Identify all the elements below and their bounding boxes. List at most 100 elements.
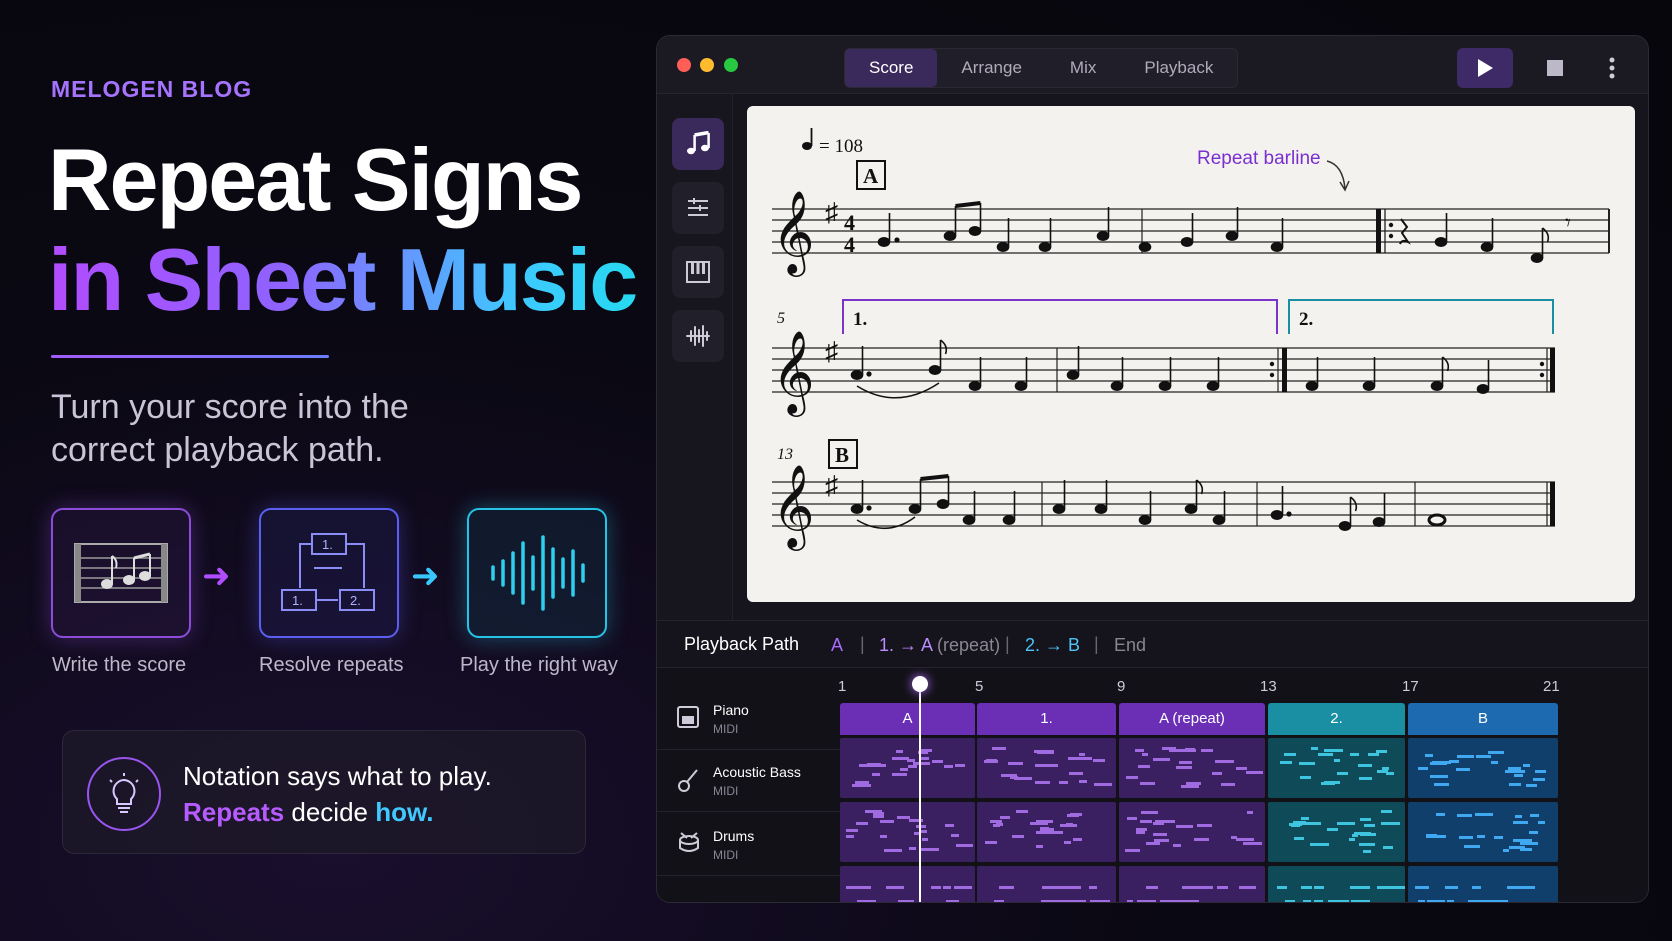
midi-note (1359, 818, 1371, 822)
midi-note (956, 843, 973, 847)
midi-note (1182, 900, 1199, 902)
time-signature-bottom: 4 (844, 232, 855, 257)
path-step-end[interactable]: End (1114, 635, 1146, 656)
midi-note (1520, 842, 1538, 846)
midi-note (931, 760, 943, 764)
minimize-window-button[interactable] (700, 58, 714, 72)
midi-note (909, 846, 916, 850)
guitar-icon (678, 769, 698, 792)
midi-clip[interactable] (1408, 738, 1558, 798)
midi-clip[interactable] (1408, 802, 1558, 862)
midi-note (1383, 845, 1393, 849)
midi-note (1303, 900, 1311, 902)
midi-note (846, 829, 859, 833)
rehearsal-mark-b: B (835, 443, 849, 467)
measure-number-5: 5 (777, 310, 785, 327)
tab-playback[interactable]: Playback (1120, 49, 1237, 87)
path-first-label: 1. → A (879, 635, 933, 655)
waveform-icon (491, 535, 585, 611)
view-tabs: Score Arrange Mix Playback (844, 48, 1239, 88)
midi-note (909, 818, 924, 822)
tab-mix[interactable]: Mix (1046, 49, 1120, 87)
midi-note (1293, 836, 1304, 840)
midi-note (1533, 778, 1545, 782)
track-header-piano[interactable]: Piano MIDI (657, 690, 845, 750)
midi-clip[interactable] (1268, 738, 1405, 798)
music-notation: = 108 A Repeat barline 𝄞 ♯ 4 4 𝄾 5 1. 2.… (772, 128, 1610, 551)
arrangement-timeline: 1 5 9 13 17 21 A 1. A (repeat) 2. B Pian… (657, 668, 1648, 902)
segment-a[interactable]: A (840, 703, 975, 735)
midi-clip[interactable] (840, 738, 975, 798)
track-name: Acoustic Bass (713, 764, 801, 780)
midi-note (915, 824, 927, 828)
midi-note (1035, 780, 1050, 784)
midi-note (995, 823, 1004, 827)
midi-note (897, 816, 911, 820)
segment-first-ending[interactable]: 1. (977, 703, 1116, 735)
midi-clip[interactable] (1408, 866, 1558, 902)
second-ending-label: 2. (1299, 309, 1313, 330)
midi-note (1313, 886, 1325, 889)
step-label: Write the score (52, 654, 187, 676)
path-step-first-ending[interactable]: 1. → A (repeat) (879, 635, 1000, 656)
midi-note (1125, 849, 1141, 853)
sidebar-piano-roll-button[interactable] (672, 246, 724, 298)
sidebar-tracks-button[interactable] (672, 182, 724, 234)
midi-note (1529, 813, 1539, 817)
arrow-right-icon: ➜ (411, 557, 440, 595)
midi-note (1349, 838, 1356, 842)
segment-a-repeat[interactable]: A (repeat) (1119, 703, 1265, 735)
svg-text:𝄞: 𝄞 (772, 191, 815, 277)
stop-button[interactable] (1535, 48, 1575, 88)
more-menu-button[interactable] (1597, 48, 1627, 88)
track-header-drums[interactable]: Drums MIDI (657, 816, 845, 876)
sidebar-audio-button[interactable] (672, 310, 724, 362)
segment-second-ending[interactable]: 2. (1268, 703, 1405, 735)
midi-clip[interactable] (1119, 802, 1265, 862)
midi-note (1035, 830, 1055, 834)
midi-note (1513, 774, 1524, 778)
playhead[interactable] (919, 680, 921, 902)
midi-clip[interactable] (840, 866, 975, 902)
midi-note (1235, 767, 1248, 771)
path-step-second-ending[interactable]: 2. → B (1025, 635, 1080, 656)
midi-note (1313, 900, 1323, 902)
midi-note (872, 772, 881, 776)
close-window-button[interactable] (677, 58, 691, 72)
midi-note (1221, 782, 1235, 786)
tab-arrange[interactable]: Arrange (937, 49, 1045, 87)
midi-note (880, 834, 888, 838)
hero-title-line1: Repeat Signs (48, 130, 583, 229)
midi-note (999, 886, 1015, 889)
sidebar-notation-button[interactable] (672, 118, 724, 170)
midi-note (1072, 837, 1082, 841)
maximize-window-button[interactable] (724, 58, 738, 72)
play-button[interactable] (1457, 48, 1513, 88)
track-name: Drums (713, 828, 755, 844)
midi-note (853, 886, 862, 889)
midi-note (1041, 900, 1053, 902)
midi-clip[interactable] (977, 802, 1116, 862)
svg-text:1.: 1. (292, 593, 303, 608)
midi-note (1463, 844, 1481, 848)
midi-note (921, 838, 928, 842)
midi-note (912, 762, 930, 766)
midi-clip[interactable] (1119, 866, 1265, 902)
midi-note (1535, 770, 1546, 774)
midi-clip[interactable] (977, 738, 1116, 798)
tip-repeats: Repeats (183, 797, 285, 827)
midi-clip[interactable] (1119, 738, 1265, 798)
playhead-handle[interactable] (912, 676, 928, 692)
midi-clip[interactable] (1268, 866, 1405, 902)
midi-clip[interactable] (977, 866, 1116, 902)
midi-note (1490, 761, 1499, 765)
segment-b[interactable]: B (1408, 703, 1558, 735)
tab-score[interactable]: Score (845, 49, 938, 87)
path-step-a[interactable]: A (831, 635, 843, 656)
midi-note (1350, 752, 1360, 756)
midi-note (1426, 835, 1446, 839)
midi-clip[interactable] (840, 802, 975, 862)
track-header-bass[interactable]: Acoustic Bass MIDI (657, 752, 845, 812)
score-icon (74, 543, 168, 603)
midi-clip[interactable] (1268, 802, 1405, 862)
